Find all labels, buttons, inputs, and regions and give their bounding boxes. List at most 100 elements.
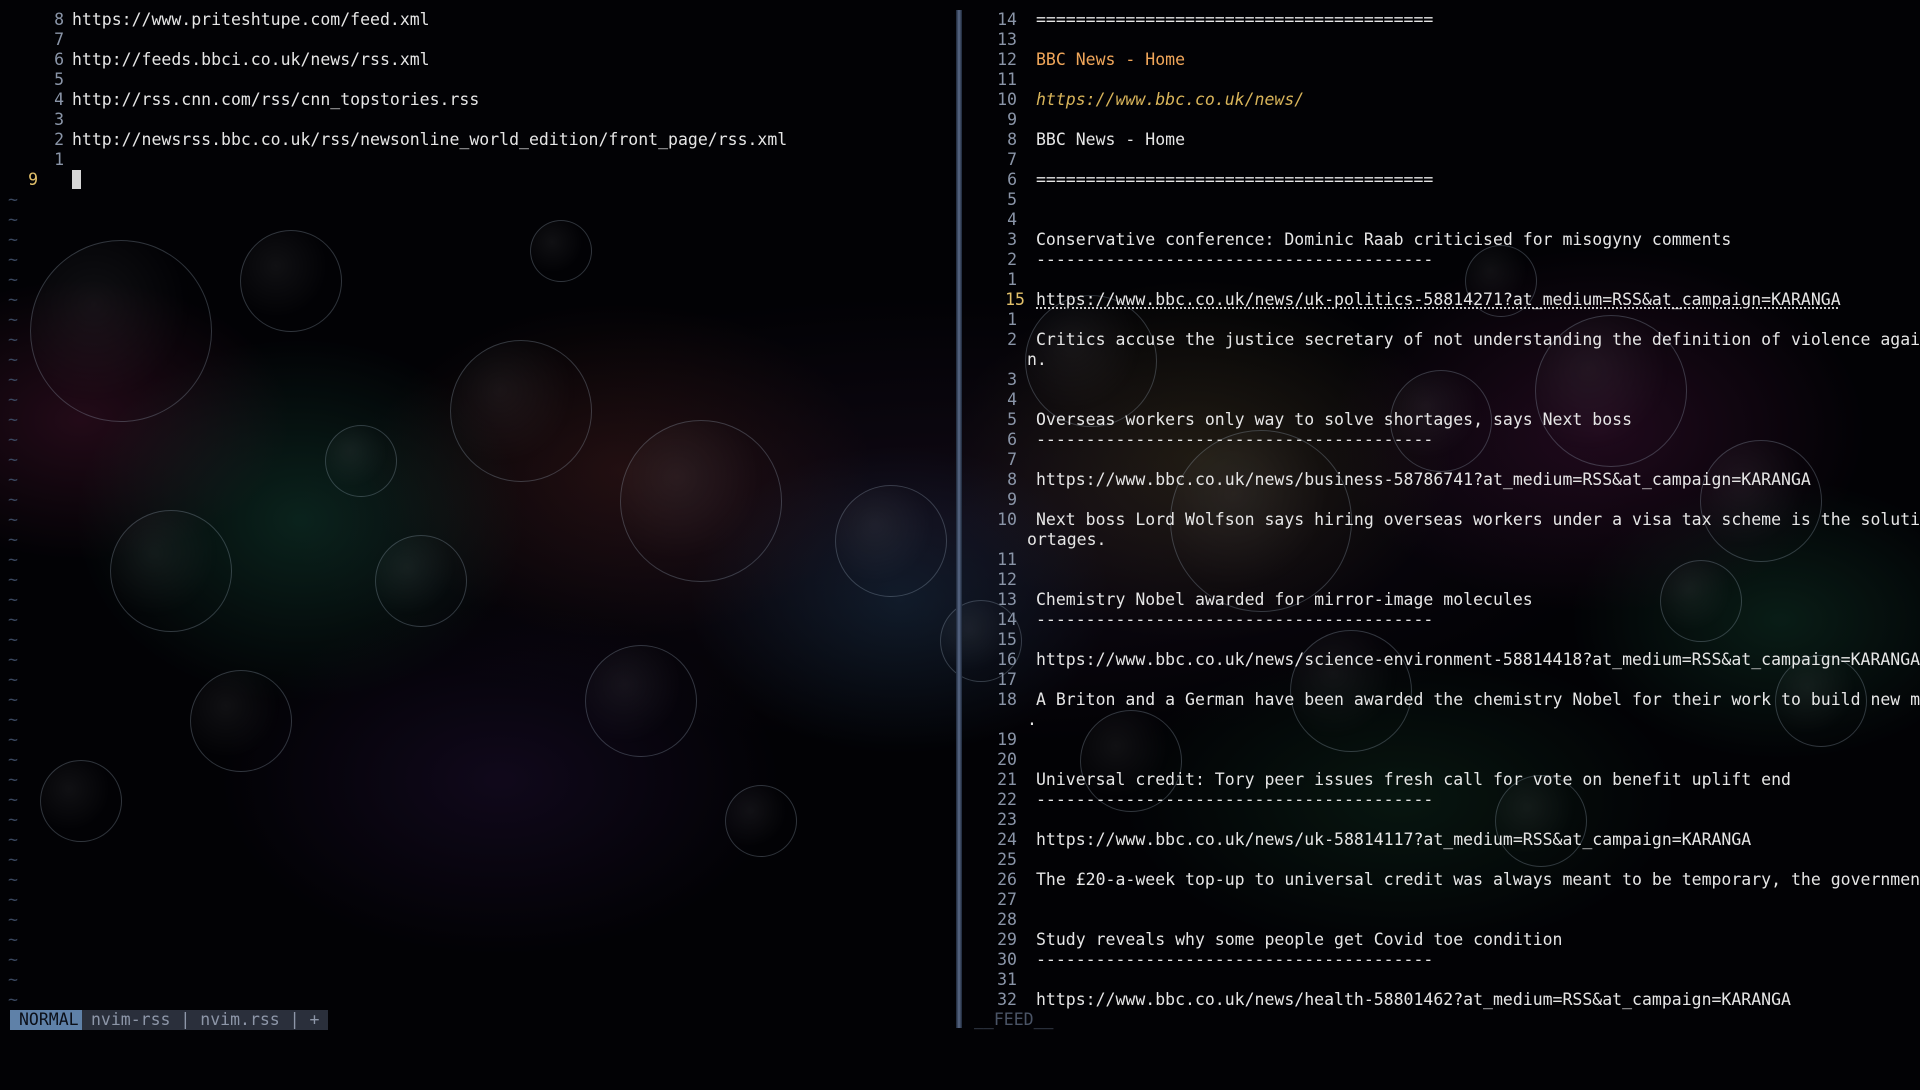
line-text[interactable]: http://feeds.bbci.co.uk/news/rss.xml [72,50,430,70]
editor-line[interactable]: 8 https://www.priteshtupe.com/feed.xml [0,10,955,30]
feed-line[interactable]: 17 [975,670,1920,690]
feed-line[interactable]: 2 ---------------------------------------… [975,250,1920,270]
line-text[interactable]: ---------------------------------------- [1036,950,1433,970]
line-text[interactable]: Overseas workers only way to solve short… [1036,410,1632,430]
feed-line[interactable]: 20 [975,750,1920,770]
feed-line[interactable]: 3 [975,370,1920,390]
feed-line[interactable]: 29 Study reveals why some people get Covi… [975,930,1920,950]
line-text[interactable]: https://www.bbc.co.uk/news/uk-politics-5… [1036,290,1841,310]
wrapped-line[interactable]: n. [975,350,1920,370]
editor-pane-left[interactable]: 8 https://www.priteshtupe.com/feed.xml 7 6 h… [0,10,955,1010]
line-text[interactable]: ======================================== [1036,10,1433,30]
line-text[interactable]: ---------------------------------------- [1036,790,1433,810]
line-text[interactable]: https://www.bbc.co.uk/news/health-588014… [1036,990,1791,1010]
feed-line[interactable]: 5 Overseas workers only way to solve shor… [975,410,1920,430]
feed-line[interactable]: 8 BBC News - Home [975,130,1920,150]
editor-line[interactable]: 7 [0,30,955,50]
feed-line[interactable]: 12 [975,570,1920,590]
feed-line[interactable]: 22 --------------------------------------… [975,790,1920,810]
feed-line[interactable]: 11 [975,550,1920,570]
feed-line[interactable]: 31 [975,970,1920,990]
feed-line[interactable]: 26 The £20-a-week top-up to universal cre… [975,870,1920,890]
feed-line[interactable]: 19 [975,730,1920,750]
feed-line[interactable]: 12 BBC News - Home [975,50,1920,70]
line-text[interactable]: https://www.bbc.co.uk/news/uk-58814117?a… [1036,830,1751,850]
feed-line[interactable]: 15 [975,630,1920,650]
feed-line[interactable]: 7 [975,150,1920,170]
line-text[interactable]: BBC News - Home [1036,130,1185,150]
line-text[interactable]: Study reveals why some people get Covid … [1036,930,1563,950]
feed-line[interactable]: 4 [975,390,1920,410]
editor-pane-right[interactable]: 1 4 ======================================… [975,10,1920,1010]
line-text[interactable]: Critics accuse the justice secretary of … [1036,330,1920,350]
line-text[interactable]: Universal credit: Tory peer issues fresh… [1036,770,1791,790]
editor-line[interactable]: 3 [0,110,955,130]
line-text[interactable]: Next boss Lord Wolfson says hiring overs… [1036,510,1920,530]
line-text[interactable]: ortages. [1027,530,1106,550]
feed-line[interactable]: 9 [975,490,1920,510]
line-text[interactable]: ---------------------------------------- [1036,610,1433,630]
editor-line[interactable]: 5 [0,70,955,90]
feed-line[interactable]: 25 [975,850,1920,870]
line-text[interactable]: https://www.priteshtupe.com/feed.xml [72,10,430,30]
feed-line[interactable]: 6 =======================================… [975,170,1920,190]
empty-line-tilde: ~ [8,670,18,689]
line-number: 21 [997,770,1017,789]
line-text[interactable]: http://newsrss.bbc.co.uk/rss/newsonline_… [72,130,787,150]
feed-line[interactable]: 16 https://www.bbc.co.uk/news/science-env… [975,650,1920,670]
line-text[interactable]: n. [1027,350,1047,370]
feed-line[interactable]: 4 [975,210,1920,230]
feed-line[interactable]: 13 Chemistry Nobel awarded for mirror-ima… [975,590,1920,610]
wrapped-line[interactable]: ortages. [975,530,1920,550]
line-text[interactable]: The £20-a-week top-up to universal credi… [1036,870,1920,890]
feed-line[interactable]: 8 https://www.bbc.co.uk/news/business-587… [975,470,1920,490]
vertical-split-divider[interactable] [956,10,962,1028]
line-text[interactable]: . [1027,710,1037,730]
feed-line[interactable]: 10 https://www.bbc.co.uk/news/ [975,90,1920,110]
line-text[interactable]: ---------------------------------------- [1036,430,1433,450]
feed-line[interactable]: 1 [975,310,1920,330]
feed-title[interactable]: BBC News - Home [1036,50,1185,70]
feed-line[interactable]: 6 ---------------------------------------… [975,430,1920,450]
line-text[interactable]: https://www.bbc.co.uk/news/business-5878… [1036,470,1811,490]
feed-line[interactable]: 14 --------------------------------------… [975,610,1920,630]
feed-line[interactable]: 21 Universal credit: Tory peer issues fre… [975,770,1920,790]
line-number: 11 [997,550,1017,569]
line-text[interactable]: http://rss.cnn.com/rss/cnn_topstories.rs… [72,90,479,110]
feed-line[interactable]: 11 [975,70,1920,90]
editor-line[interactable]: 2 http://newsrss.bbc.co.uk/rss/newsonline… [0,130,955,150]
feed-line[interactable]: 5 [975,190,1920,210]
line-text[interactable]: Conservative conference: Dominic Raab cr… [1036,230,1731,250]
feed-line[interactable]: 1 [975,270,1920,290]
feed-home-link[interactable]: https://www.bbc.co.uk/news/ [1036,90,1304,110]
line-text[interactable]: ---------------------------------------- [1036,250,1433,270]
tabline[interactable]: nvim-rss | nvim.rss | + [82,1010,329,1030]
editor-line[interactable]: 1 [0,150,955,170]
feed-line[interactable]: 3 Conservative conference: Dominic Raab c… [975,230,1920,250]
wrapped-line[interactable]: . [975,710,1920,730]
feed-line[interactable]: 14 ======================================… [975,10,1920,30]
feed-line[interactable]: 27 [975,890,1920,910]
feed-line[interactable]: 7 [975,450,1920,470]
feed-line[interactable]: 23 [975,810,1920,830]
feed-line[interactable]: 30 --------------------------------------… [975,950,1920,970]
feed-line[interactable]: 18 A Briton and a German have been awarde… [975,690,1920,710]
editor-line[interactable]: 6 http://feeds.bbci.co.uk/news/rss.xml [0,50,955,70]
line-text[interactable]: Chemistry Nobel awarded for mirror-image… [1036,590,1533,610]
current-line[interactable]: 9 [0,170,955,190]
line-number: 9 [28,170,38,189]
feed-line[interactable]: 32 https://www.bbc.co.uk/news/health-5880… [975,990,1920,1010]
feed-line[interactable]: 24 https://www.bbc.co.uk/news/uk-58814117… [975,830,1920,850]
empty-line-tilde: ~ [8,410,18,429]
editor-line[interactable]: 4 http://rss.cnn.com/rss/cnn_topstories.r… [0,90,955,110]
feed-line[interactable]: 28 [975,910,1920,930]
feed-line[interactable]: 13 [975,30,1920,50]
current-line[interactable]: 15 https://www.bbc.co.uk/news/uk-politics… [975,290,1920,310]
feed-line[interactable]: 10 Next boss Lord Wolfson says hiring ove… [975,510,1920,530]
line-text[interactable]: https://www.bbc.co.uk/news/science-envir… [1036,650,1920,670]
line-text[interactable]: A Briton and a German have been awarded … [1036,690,1920,710]
empty-line-tilde: ~ [8,470,18,489]
feed-line[interactable]: 2 Critics accuse the justice secretary of… [975,330,1920,350]
line-text[interactable]: ======================================== [1036,170,1433,190]
feed-line[interactable]: 9 [975,110,1920,130]
